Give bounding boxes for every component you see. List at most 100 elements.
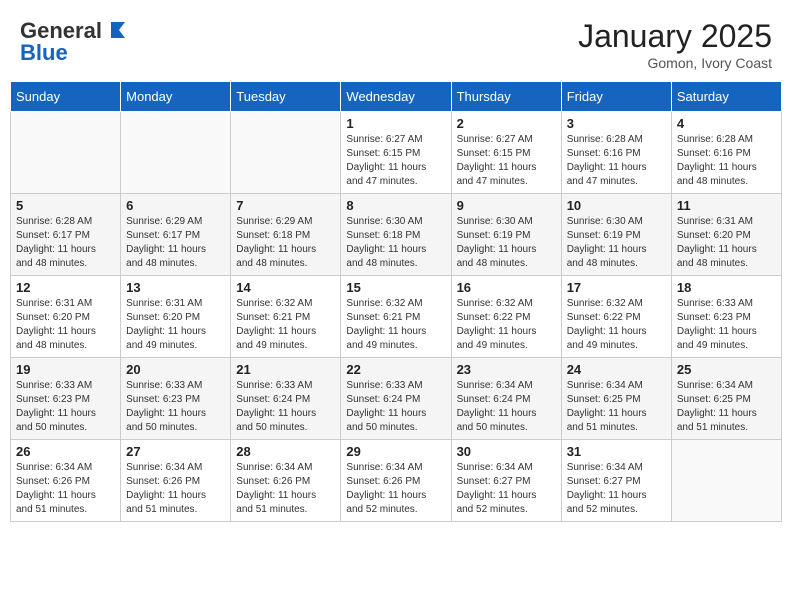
day-info: Sunrise: 6:30 AM Sunset: 6:19 PM Dayligh… xyxy=(457,215,556,271)
day-number: 12 xyxy=(16,280,115,295)
calendar-header-row: SundayMondayTuesdayWednesdayThursdayFrid… xyxy=(11,82,782,112)
calendar-week-1: 1 Sunrise: 6:27 AM Sunset: 6:15 PM Daylig… xyxy=(11,112,782,194)
day-number: 4 xyxy=(677,116,776,131)
calendar-week-5: 26Sunrise: 6:34 AM Sunset: 6:26 PM Dayli… xyxy=(11,440,782,522)
day-info: Sunrise: 6:27 AM Sunset: 6:15 PM Dayligh… xyxy=(457,133,556,189)
calendar-cell: 5 Sunrise: 6:28 AM Sunset: 6:17 PM Daylig… xyxy=(11,194,121,276)
day-number: 29 xyxy=(346,444,445,459)
day-info: Sunrise: 6:29 AM Sunset: 6:18 PM Dayligh… xyxy=(236,215,335,271)
calendar-cell: 1 Sunrise: 6:27 AM Sunset: 6:15 PM Daylig… xyxy=(341,112,451,194)
calendar-cell: 4 Sunrise: 6:28 AM Sunset: 6:16 PM Daylig… xyxy=(671,112,781,194)
calendar-cell xyxy=(11,112,121,194)
day-info: Sunrise: 6:33 AM Sunset: 6:24 PM Dayligh… xyxy=(346,379,445,435)
day-info: Sunrise: 6:31 AM Sunset: 6:20 PM Dayligh… xyxy=(16,297,115,353)
calendar-cell: 21 Sunrise: 6:33 AM Sunset: 6:24 PM Dayli… xyxy=(231,358,341,440)
calendar-cell xyxy=(671,440,781,522)
calendar-cell: 19 Sunrise: 6:33 AM Sunset: 6:23 PM Dayli… xyxy=(11,358,121,440)
day-number: 9 xyxy=(457,198,556,213)
day-info: Sunrise: 6:28 AM Sunset: 6:17 PM Dayligh… xyxy=(16,215,115,271)
calendar-cell: 31 Sunrise: 6:34 AM Sunset: 6:27 PM Dayli… xyxy=(561,440,671,522)
logo-flag-icon xyxy=(107,18,129,40)
day-info: Sunrise: 6:34 AM Sunset: 6:25 PM Dayligh… xyxy=(567,379,666,435)
calendar-cell: 11Sunrise: 6:31 AM Sunset: 6:20 PM Dayli… xyxy=(671,194,781,276)
calendar-cell: 17 Sunrise: 6:32 AM Sunset: 6:22 PM Dayli… xyxy=(561,276,671,358)
day-info: Sunrise: 6:30 AM Sunset: 6:18 PM Dayligh… xyxy=(346,215,445,271)
day-number: 13 xyxy=(126,280,225,295)
day-number: 17 xyxy=(567,280,666,295)
calendar-week-4: 19 Sunrise: 6:33 AM Sunset: 6:23 PM Dayli… xyxy=(11,358,782,440)
day-info: Sunrise: 6:32 AM Sunset: 6:22 PM Dayligh… xyxy=(567,297,666,353)
day-info: Sunrise: 6:34 AM Sunset: 6:24 PM Dayligh… xyxy=(457,379,556,435)
calendar-cell: 22Sunrise: 6:33 AM Sunset: 6:24 PM Dayli… xyxy=(341,358,451,440)
calendar-cell: 16 Sunrise: 6:32 AM Sunset: 6:22 PM Dayli… xyxy=(451,276,561,358)
calendar-cell: 30Sunrise: 6:34 AM Sunset: 6:27 PM Dayli… xyxy=(451,440,561,522)
calendar-cell: 20Sunrise: 6:33 AM Sunset: 6:23 PM Dayli… xyxy=(121,358,231,440)
day-number: 31 xyxy=(567,444,666,459)
calendar-cell: 8 Sunrise: 6:30 AM Sunset: 6:18 PM Daylig… xyxy=(341,194,451,276)
day-number: 7 xyxy=(236,198,335,213)
calendar-cell: 27Sunrise: 6:34 AM Sunset: 6:26 PM Dayli… xyxy=(121,440,231,522)
day-info: Sunrise: 6:33 AM Sunset: 6:23 PM Dayligh… xyxy=(16,379,115,435)
day-number: 19 xyxy=(16,362,115,377)
day-info: Sunrise: 6:32 AM Sunset: 6:21 PM Dayligh… xyxy=(236,297,335,353)
day-number: 16 xyxy=(457,280,556,295)
day-number: 23 xyxy=(457,362,556,377)
calendar-cell: 3Sunrise: 6:28 AM Sunset: 6:16 PM Daylig… xyxy=(561,112,671,194)
day-number: 21 xyxy=(236,362,335,377)
day-number: 14 xyxy=(236,280,335,295)
calendar-cell: 26Sunrise: 6:34 AM Sunset: 6:26 PM Dayli… xyxy=(11,440,121,522)
day-info: Sunrise: 6:34 AM Sunset: 6:26 PM Dayligh… xyxy=(126,461,225,517)
calendar-cell xyxy=(121,112,231,194)
day-info: Sunrise: 6:33 AM Sunset: 6:24 PM Dayligh… xyxy=(236,379,335,435)
day-header-thursday: Thursday xyxy=(451,82,561,112)
calendar-cell xyxy=(231,112,341,194)
day-info: Sunrise: 6:29 AM Sunset: 6:17 PM Dayligh… xyxy=(126,215,225,271)
month-title: January 2025 xyxy=(578,18,772,55)
day-info: Sunrise: 6:28 AM Sunset: 6:16 PM Dayligh… xyxy=(567,133,666,189)
day-info: Sunrise: 6:32 AM Sunset: 6:22 PM Dayligh… xyxy=(457,297,556,353)
day-info: Sunrise: 6:34 AM Sunset: 6:26 PM Dayligh… xyxy=(236,461,335,517)
day-info: Sunrise: 6:34 AM Sunset: 6:26 PM Dayligh… xyxy=(346,461,445,517)
day-info: Sunrise: 6:34 AM Sunset: 6:27 PM Dayligh… xyxy=(567,461,666,517)
day-info: Sunrise: 6:31 AM Sunset: 6:20 PM Dayligh… xyxy=(126,297,225,353)
day-number: 10 xyxy=(567,198,666,213)
calendar-cell: 9 Sunrise: 6:30 AM Sunset: 6:19 PM Daylig… xyxy=(451,194,561,276)
day-info: Sunrise: 6:34 AM Sunset: 6:25 PM Dayligh… xyxy=(677,379,776,435)
calendar-week-2: 5 Sunrise: 6:28 AM Sunset: 6:17 PM Daylig… xyxy=(11,194,782,276)
calendar-cell: 13 Sunrise: 6:31 AM Sunset: 6:20 PM Dayli… xyxy=(121,276,231,358)
day-header-saturday: Saturday xyxy=(671,82,781,112)
day-number: 15 xyxy=(346,280,445,295)
calendar-cell: 6Sunrise: 6:29 AM Sunset: 6:17 PM Daylig… xyxy=(121,194,231,276)
day-number: 1 xyxy=(346,116,445,131)
calendar-cell: 15 Sunrise: 6:32 AM Sunset: 6:21 PM Dayli… xyxy=(341,276,451,358)
day-header-friday: Friday xyxy=(561,82,671,112)
day-info: Sunrise: 6:27 AM Sunset: 6:15 PM Dayligh… xyxy=(346,133,445,189)
calendar-cell: 23 Sunrise: 6:34 AM Sunset: 6:24 PM Dayli… xyxy=(451,358,561,440)
calendar-cell: 18 Sunrise: 6:33 AM Sunset: 6:23 PM Dayli… xyxy=(671,276,781,358)
day-number: 18 xyxy=(677,280,776,295)
day-info: Sunrise: 6:32 AM Sunset: 6:21 PM Dayligh… xyxy=(346,297,445,353)
calendar-cell: 29 Sunrise: 6:34 AM Sunset: 6:26 PM Dayli… xyxy=(341,440,451,522)
title-block: January 2025 Gomon, Ivory Coast xyxy=(578,18,772,71)
calendar-cell: 10 Sunrise: 6:30 AM Sunset: 6:19 PM Dayli… xyxy=(561,194,671,276)
day-number: 5 xyxy=(16,198,115,213)
day-header-monday: Monday xyxy=(121,82,231,112)
calendar-cell: 28 Sunrise: 6:34 AM Sunset: 6:26 PM Dayli… xyxy=(231,440,341,522)
page-header: General Blue January 2025 Gomon, Ivory C… xyxy=(10,10,782,75)
day-header-tuesday: Tuesday xyxy=(231,82,341,112)
logo: General Blue xyxy=(20,18,129,66)
day-info: Sunrise: 6:28 AM Sunset: 6:16 PM Dayligh… xyxy=(677,133,776,189)
logo-blue-text: Blue xyxy=(20,40,68,66)
day-number: 28 xyxy=(236,444,335,459)
day-info: Sunrise: 6:33 AM Sunset: 6:23 PM Dayligh… xyxy=(677,297,776,353)
day-number: 2 xyxy=(457,116,556,131)
calendar-table: SundayMondayTuesdayWednesdayThursdayFrid… xyxy=(10,81,782,522)
calendar-cell: 2 Sunrise: 6:27 AM Sunset: 6:15 PM Daylig… xyxy=(451,112,561,194)
day-info: Sunrise: 6:34 AM Sunset: 6:26 PM Dayligh… xyxy=(16,461,115,517)
day-info: Sunrise: 6:33 AM Sunset: 6:23 PM Dayligh… xyxy=(126,379,225,435)
calendar-cell: 24Sunrise: 6:34 AM Sunset: 6:25 PM Dayli… xyxy=(561,358,671,440)
calendar-week-3: 12 Sunrise: 6:31 AM Sunset: 6:20 PM Dayli… xyxy=(11,276,782,358)
day-number: 30 xyxy=(457,444,556,459)
day-info: Sunrise: 6:30 AM Sunset: 6:19 PM Dayligh… xyxy=(567,215,666,271)
day-number: 8 xyxy=(346,198,445,213)
